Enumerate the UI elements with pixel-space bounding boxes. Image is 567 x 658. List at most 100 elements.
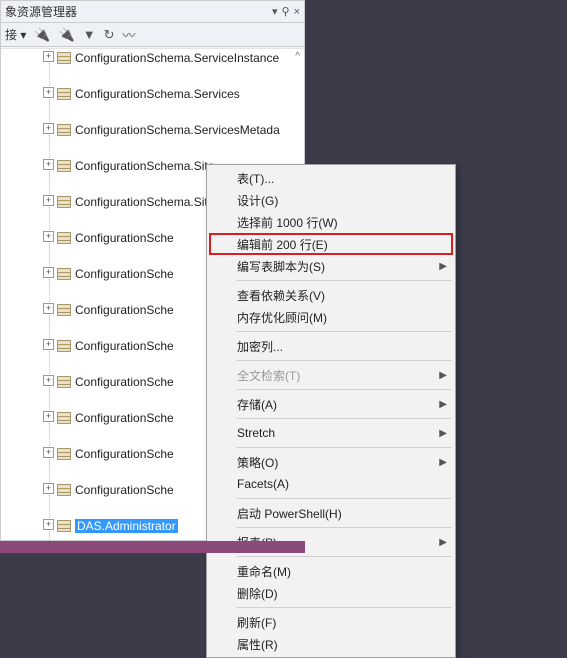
expander-icon[interactable]: + (43, 267, 54, 278)
menu-item[interactable]: 选择前 1000 行(W) (209, 211, 453, 233)
table-icon (57, 268, 71, 280)
connect-button[interactable]: 接 ▾ (5, 26, 26, 43)
status-strip (0, 541, 305, 553)
table-icon (57, 196, 71, 208)
table-icon (57, 52, 71, 64)
menu-item[interactable]: 删除(D) (209, 582, 453, 604)
menu-item[interactable]: 设计(G) (209, 189, 453, 211)
panel-titlebar: 象资源管理器 ▾ ⚲ × (1, 1, 304, 23)
menu-item[interactable]: 属性(R) (209, 633, 453, 655)
tree-item-label: ConfigurationSchema.ServiceInstance (75, 51, 279, 65)
pin-icon[interactable]: ⚲ (282, 5, 290, 18)
tree-item[interactable]: + ConfigurationSchema.ServicesMetada (1, 121, 304, 139)
expander-icon[interactable]: + (43, 123, 54, 134)
expander-icon[interactable]: + (43, 303, 54, 314)
menu-item-label: 策略(O) (237, 454, 278, 471)
expander-icon[interactable]: + (43, 231, 54, 242)
panel-toolbar: 接 ▾ 🔌 🔌 ▼ ↻ 〰 (1, 23, 304, 47)
close-icon[interactable]: × (294, 6, 300, 18)
submenu-arrow-icon: ▶ (439, 457, 447, 468)
table-icon (57, 484, 71, 496)
table-icon (57, 124, 71, 136)
dropdown-icon[interactable]: ▾ (272, 5, 278, 18)
expander-icon[interactable]: + (43, 159, 54, 170)
plug-icon-2[interactable]: 🔌 (59, 27, 75, 43)
expander-icon[interactable]: + (43, 339, 54, 350)
panel-title: 象资源管理器 (5, 3, 268, 20)
expander-icon[interactable]: + (43, 447, 54, 458)
menu-item-label: 查看依赖关系(V) (237, 287, 325, 304)
menu-item[interactable]: 查看依赖关系(V) (209, 284, 453, 306)
tree-item-label: ConfigurationSchema.ServicesMetada (75, 123, 280, 137)
table-icon (57, 412, 71, 424)
submenu-arrow-icon: ▶ (439, 261, 447, 272)
menu-separator (237, 447, 451, 448)
menu-item-label: 内存优化顾问(M) (237, 309, 327, 326)
table-icon (57, 448, 71, 460)
tree-item-label: ConfigurationSche (75, 411, 174, 425)
expander-icon[interactable]: + (43, 195, 54, 206)
menu-separator (237, 556, 451, 557)
plug-icon[interactable]: 🔌 (34, 27, 50, 43)
menu-item-label: Facets(A) (237, 477, 289, 491)
table-icon (57, 304, 71, 316)
menu-item-label: 编辑前 200 行(E) (237, 236, 328, 253)
menu-item[interactable]: 加密列... (209, 335, 453, 357)
tree-item[interactable]: + ConfigurationSchema.Services (1, 85, 304, 103)
tree-item-label: ConfigurationSche (75, 303, 174, 317)
table-icon (57, 88, 71, 100)
menu-item-label: 选择前 1000 行(W) (237, 214, 338, 231)
expander-icon[interactable]: + (43, 87, 54, 98)
submenu-arrow-icon: ▶ (439, 399, 447, 410)
expander-icon[interactable]: + (43, 483, 54, 494)
menu-item[interactable]: 重命名(M) (209, 560, 453, 582)
filter-icon[interactable]: ▼ (83, 27, 96, 42)
menu-item[interactable]: 编辑前 200 行(E) (209, 233, 453, 255)
menu-item[interactable]: 启动 PowerShell(H) (209, 502, 453, 524)
menu-separator (237, 527, 451, 528)
expander-icon[interactable]: + (43, 51, 54, 62)
context-menu[interactable]: 表(T)... 设计(G) 选择前 1000 行(W) 编辑前 200 行(E) 编写表… (206, 164, 456, 658)
menu-item[interactable]: Stretch ▶ (209, 422, 453, 444)
menu-item-label: Stretch (237, 426, 275, 440)
menu-item-label: 加密列... (237, 338, 283, 355)
menu-separator (237, 360, 451, 361)
menu-item-label: 刷新(F) (237, 614, 276, 631)
tree-item-label: ConfigurationSche (75, 447, 174, 461)
menu-separator (237, 331, 451, 332)
menu-separator (237, 607, 451, 608)
refresh-icon[interactable]: ↻ (104, 27, 115, 43)
menu-item[interactable]: 编写表脚本为(S)▶ (209, 255, 453, 277)
table-icon (57, 232, 71, 244)
tree-item-label: ConfigurationSchema.Services (75, 87, 240, 101)
menu-separator (237, 389, 451, 390)
expander-icon[interactable]: + (43, 375, 54, 386)
tree-item-label: ConfigurationSche (75, 339, 174, 353)
tree-item-label: ConfigurationSchema.Site (75, 159, 214, 173)
submenu-arrow-icon: ▶ (439, 537, 447, 548)
menu-item-label: 全文检索(T) (237, 367, 300, 384)
menu-item-label: 删除(D) (237, 585, 278, 602)
menu-item[interactable]: 策略(O) ▶ (209, 451, 453, 473)
menu-item-label: 设计(G) (237, 192, 278, 209)
tree-item-label: ConfigurationSche (75, 375, 174, 389)
submenu-arrow-icon: ▶ (439, 370, 447, 381)
expander-icon[interactable]: + (43, 519, 54, 530)
menu-item[interactable]: 存储(A)▶ (209, 393, 453, 415)
menu-item-label: 属性(R) (237, 636, 278, 653)
table-icon (57, 340, 71, 352)
menu-separator (237, 498, 451, 499)
expander-icon[interactable]: + (43, 411, 54, 422)
menu-item-label: 启动 PowerShell(H) (237, 505, 342, 522)
menu-item-label: 表(T)... (237, 170, 274, 187)
menu-item: 全文检索(T) ▶ (209, 364, 453, 386)
menu-item[interactable]: Facets(A) (209, 473, 453, 495)
menu-item[interactable]: 内存优化顾问(M) (209, 306, 453, 328)
menu-item[interactable]: 表(T)... (209, 167, 453, 189)
menu-item[interactable]: 刷新(F) (209, 611, 453, 633)
table-icon (57, 160, 71, 172)
submenu-arrow-icon: ▶ (439, 428, 447, 439)
activity-icon[interactable]: 〰 (123, 25, 136, 44)
tree-item[interactable]: + ConfigurationSchema.ServiceInstance (1, 49, 304, 67)
table-icon (57, 520, 71, 532)
